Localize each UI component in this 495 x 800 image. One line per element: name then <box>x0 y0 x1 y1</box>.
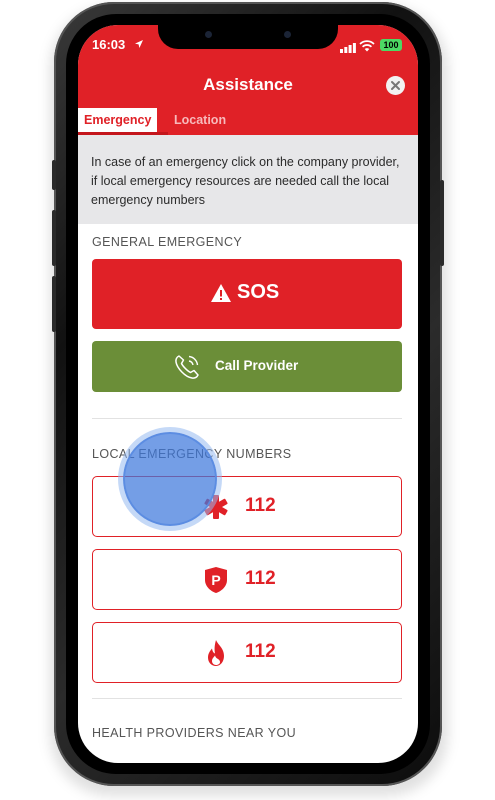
volume-down-button <box>52 276 56 332</box>
section-divider <box>92 418 402 419</box>
phone-call-icon <box>175 355 199 379</box>
close-icon <box>391 81 400 90</box>
tab-bar: Emergency Location <box>78 108 418 135</box>
call-provider-button[interactable]: Call Provider <box>92 341 402 392</box>
police-number: 112 <box>245 568 276 589</box>
sensor-dot <box>284 31 291 38</box>
camera-dot <box>205 31 212 38</box>
tab-location[interactable]: Location <box>168 108 232 132</box>
tab-emergency[interactable]: Emergency <box>78 108 158 132</box>
section-divider <box>92 698 402 699</box>
health-providers-title: HEALTH PROVIDERS NEAR YOU <box>92 726 297 740</box>
fire-icon <box>208 640 224 666</box>
cellular-signal-icon <box>340 43 356 53</box>
close-button[interactable] <box>386 76 405 95</box>
silent-switch <box>52 160 56 190</box>
police-badge-icon: P <box>205 567 227 593</box>
phone-notch <box>158 25 338 49</box>
call-provider-label: Call Provider <box>215 358 299 373</box>
general-emergency-title: GENERAL EMERGENCY <box>92 235 243 249</box>
fire-number: 112 <box>245 641 276 662</box>
battery-indicator: 100 <box>380 39 402 51</box>
info-banner: In case of an emergency click on the com… <box>78 135 418 224</box>
volume-up-button <box>52 210 56 266</box>
fire-number-button[interactable]: 112 <box>92 622 402 683</box>
app-header: 16:03 100 Assistance Emergency Location <box>78 25 418 135</box>
svg-text:P: P <box>211 572 220 588</box>
phone-screen: 16:03 100 Assistance Emergency Location … <box>78 25 418 763</box>
warning-icon <box>211 284 231 302</box>
ambulance-number: 112 <box>245 495 276 516</box>
police-number-button[interactable]: P 112 <box>92 549 402 610</box>
sos-label: SOS <box>237 281 280 303</box>
wifi-icon <box>359 40 375 52</box>
touch-indicator <box>123 432 217 526</box>
page-title: Assistance <box>203 75 293 94</box>
status-time: 16:03 <box>92 37 126 52</box>
info-text: In case of an emergency click on the com… <box>91 155 400 207</box>
location-arrow-icon <box>135 40 143 48</box>
sos-button[interactable]: SOS <box>92 259 402 329</box>
power-button <box>440 180 444 266</box>
